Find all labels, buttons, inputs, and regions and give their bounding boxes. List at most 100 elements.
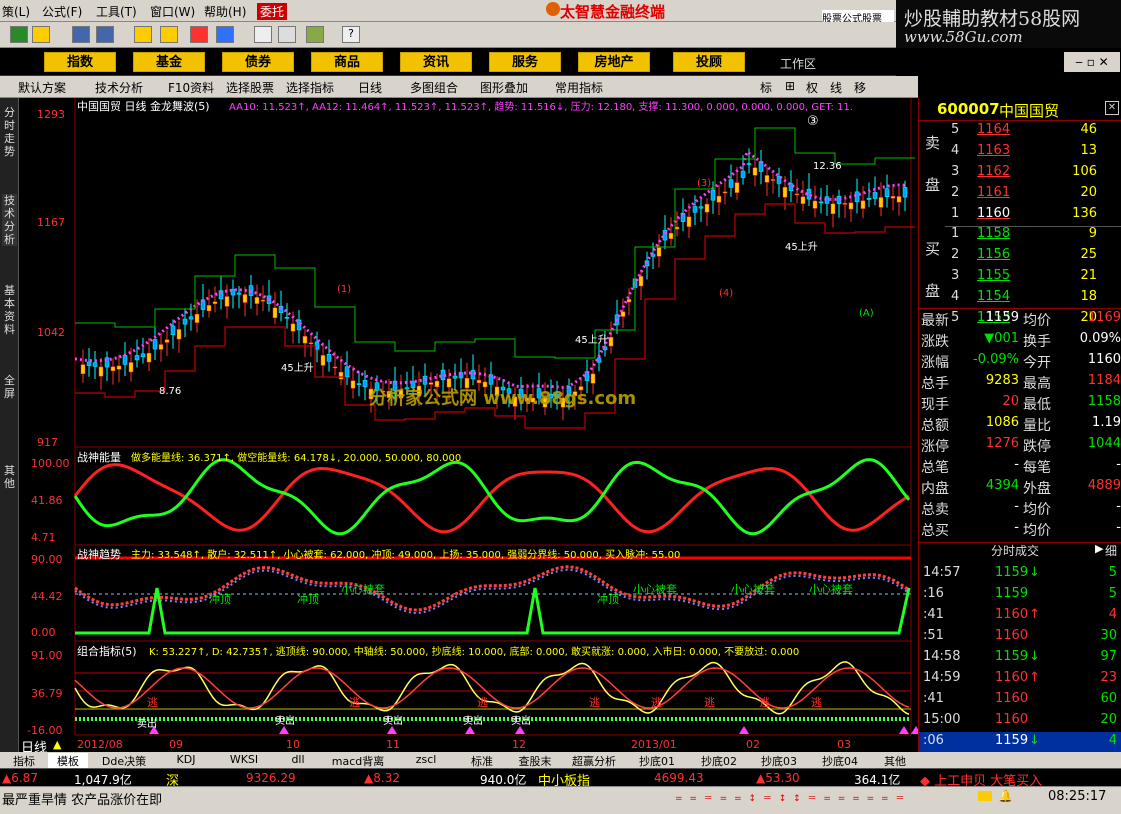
help-arrow-icon[interactable]: ?	[342, 26, 360, 43]
tab-technical[interactable]: 技术分析	[2, 194, 17, 246]
grid-icon[interactable]	[278, 26, 296, 43]
tb-mark-icon[interactable]: 标	[760, 79, 772, 96]
indicator-tab[interactable]: 抄底02	[688, 753, 750, 769]
stat-label: 总手	[921, 376, 949, 392]
nav-service-button[interactable]: 服务	[489, 52, 561, 72]
tb-daily[interactable]: 日线	[358, 79, 382, 96]
ie-red-icon[interactable]	[190, 26, 208, 43]
tb-tech-analysis[interactable]: 技术分析	[95, 79, 143, 96]
indicator-tab[interactable]: 超赢分析	[562, 753, 626, 769]
tab-intraday[interactable]: 分时走势	[2, 106, 17, 158]
tick-row[interactable]: :41 1160 60	[919, 690, 1121, 711]
flag2-icon[interactable]	[32, 26, 50, 43]
indicator-tab[interactable]: macd背离	[320, 753, 396, 769]
indicator-tab[interactable]: KDJ	[160, 753, 212, 766]
close-icon[interactable]: ✕	[1105, 101, 1119, 115]
tb-default-scheme[interactable]: 默认方案	[18, 79, 66, 96]
candle-body	[770, 179, 776, 181]
indicator-tab[interactable]: 其他	[872, 753, 918, 769]
diamond-icon[interactable]	[134, 26, 152, 43]
period-arrow-icon[interactable]: ▲	[53, 738, 61, 751]
tick-row[interactable]: :06 1159 ↓ 4	[919, 732, 1121, 753]
sell-price[interactable]: 1163	[977, 143, 1010, 158]
nav-index-button[interactable]: 指数	[44, 52, 116, 72]
chart-watermark: 分析家公式网 www.88gs.com	[369, 388, 637, 409]
tb-select-stock[interactable]: 选择股票	[226, 79, 274, 96]
indicator-tab[interactable]: 抄底01	[626, 753, 688, 769]
window-controls[interactable]: ‒ ▫ ✕	[1064, 52, 1120, 72]
sell-price[interactable]: 1162	[977, 164, 1010, 179]
chart-area[interactable]: 中国国贸 日线 金龙舞波(5) AA10: 11.523↑, AA12: 11.…	[19, 98, 918, 756]
nav-bond-button[interactable]: 债券	[222, 52, 294, 72]
nav-commodity-button[interactable]: 商品	[311, 52, 383, 72]
tb-common-indicator[interactable]: 常用指标	[555, 79, 603, 96]
tick-row[interactable]: :51 1160 30	[919, 627, 1121, 648]
tb-move-icon[interactable]: 移	[854, 79, 866, 96]
tick-row[interactable]: :16 1159 5	[919, 585, 1121, 606]
stat-value: 1276	[985, 436, 1019, 451]
tb-line-icon[interactable]: 线	[830, 79, 842, 96]
menu-window[interactable]: 窗口(W)	[150, 3, 195, 20]
indicator-tab[interactable]: 标准	[456, 753, 508, 769]
tb-grid-icon[interactable]: ⊞	[785, 79, 795, 93]
nav-realestate-button[interactable]: 房地产	[578, 52, 650, 72]
candle-body	[800, 196, 806, 204]
indicator-tab[interactable]: 抄底03	[750, 753, 808, 769]
nav-advisor-button[interactable]: 投顾	[673, 52, 745, 72]
candle-body	[764, 175, 770, 183]
ie-blue-icon[interactable]	[216, 26, 234, 43]
diamond2-icon[interactable]	[160, 26, 178, 43]
sell-price[interactable]: 1164	[977, 122, 1010, 137]
mail-icon[interactable]	[978, 791, 992, 801]
tick-row[interactable]: 14:57 1159 ↓ 5	[919, 564, 1121, 585]
tick-row[interactable]: 14:59 1160 ↑ 23	[919, 669, 1121, 690]
indicator-tab[interactable]: WKSI	[212, 753, 276, 766]
tab-fundamental[interactable]: 基本资料	[2, 284, 17, 336]
tick-row[interactable]: 14:58 1159 ↓ 97	[919, 648, 1121, 669]
ticks-arrow-icon[interactable]: ▶	[1095, 542, 1103, 555]
workarea-label[interactable]: 工作区	[780, 55, 816, 72]
tb-right-icon[interactable]: 权	[806, 79, 818, 96]
stat-value: 4394	[985, 478, 1019, 493]
indicator-tab[interactable]: dll	[276, 753, 320, 766]
buy-price[interactable]: 1154	[977, 289, 1010, 304]
alarm-icon[interactable]: 🔔	[998, 789, 1013, 803]
menu-tools[interactable]: 工具(T)	[96, 3, 137, 20]
menu-entrust[interactable]: 委托	[257, 3, 288, 20]
stat-value: -0.09%	[973, 352, 1019, 367]
menu-strategy[interactable]: 策(L)	[2, 3, 30, 20]
news-ticker[interactable]: 最严重旱情 农产品涨价在即	[2, 789, 162, 808]
buy-price[interactable]: 1155	[977, 268, 1010, 283]
nav-news-button[interactable]: 资讯	[400, 52, 472, 72]
tick-row[interactable]: 15:00 1160 20	[919, 711, 1121, 732]
buy-price[interactable]: 1156	[977, 247, 1010, 262]
menu-formula[interactable]: 公式(F)	[42, 3, 82, 20]
menu-help[interactable]: 帮助(H)	[204, 3, 246, 20]
sell-price[interactable]: 1160	[977, 206, 1010, 221]
binoculars-icon[interactable]	[72, 26, 90, 43]
indicator-tab[interactable]: 模板	[48, 753, 88, 769]
tb-overlay[interactable]: 图形叠加	[480, 79, 528, 96]
tb-select-indicator[interactable]: 选择指标	[286, 79, 334, 96]
indicator-tab[interactable]: zscl	[396, 753, 456, 766]
indicator-tab[interactable]: 查股末	[508, 753, 562, 769]
indicator-tab[interactable]: 抄底04	[808, 753, 872, 769]
sell-price[interactable]: 1161	[977, 185, 1010, 200]
tab-other[interactable]: 其他	[2, 464, 17, 490]
ticks-detail-button[interactable]: 细	[1105, 542, 1117, 559]
binoculars2-icon[interactable]	[96, 26, 114, 43]
candle-body	[194, 313, 200, 323]
indicator-tab[interactable]: 指标	[0, 753, 48, 769]
tick-row[interactable]: :41 1160 ↑ 4	[919, 606, 1121, 627]
chart-bars-icon[interactable]	[306, 26, 324, 43]
ann-up-3: 45上升	[785, 242, 818, 253]
window-icon[interactable]	[254, 26, 272, 43]
nav-fund-button[interactable]: 基金	[133, 52, 205, 72]
buy-level: 5	[951, 310, 960, 325]
indicator-tab[interactable]: Dde决策	[88, 753, 160, 769]
buy-price[interactable]: 1158	[977, 226, 1010, 241]
tb-multi-chart[interactable]: 多图组合	[410, 79, 458, 96]
flag-icon[interactable]	[10, 26, 28, 43]
tab-fullscreen[interactable]: 全屏	[2, 374, 17, 400]
tb-f10[interactable]: F10资料	[168, 79, 214, 96]
